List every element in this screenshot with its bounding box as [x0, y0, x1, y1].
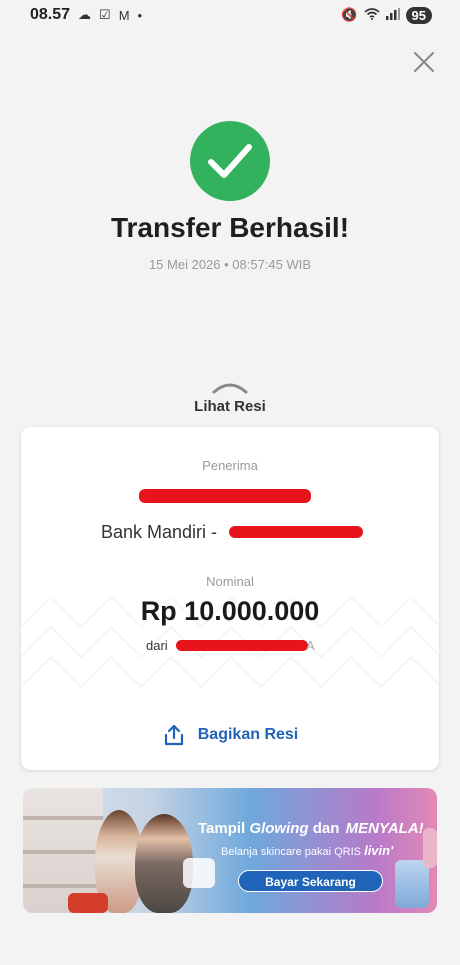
sender-suffix: A	[306, 638, 315, 653]
dot-icon: •	[137, 7, 143, 23]
receipt-card: Penerima Bank Mandiri - Nominal Rp 10.00…	[21, 427, 439, 770]
skincare-product-image	[395, 860, 429, 908]
mute-icon: 🔇	[341, 7, 358, 22]
shopping-bag-image	[68, 893, 108, 913]
transfer-amount: Rp 10.000.000	[140, 596, 320, 626]
promo-banner[interactable]: Tampil Glowing dan MENYALA! Belanja skin…	[23, 788, 437, 913]
amount-label: Nominal	[206, 574, 254, 589]
livin-logo: livin'	[364, 843, 394, 858]
sender-prefix: dari	[146, 638, 168, 653]
status-bar: 08.57 ☁ ☑ M • 🔇 95	[0, 0, 460, 30]
recipient-name-redacted	[139, 489, 311, 503]
skincare-product-image-2	[423, 828, 437, 868]
account-number-redacted	[229, 526, 363, 538]
qris-scan-icon	[183, 858, 215, 888]
recipient-bank: Bank Mandiri -	[101, 522, 217, 543]
share-icon	[164, 724, 183, 746]
share-label: Bagikan Resi	[197, 726, 299, 743]
signal-icon	[385, 7, 400, 23]
pay-now-button[interactable]: Bayar Sekarang	[238, 870, 383, 892]
close-button[interactable]	[410, 48, 438, 76]
status-bar-right: 🔇 95	[341, 6, 432, 24]
cloud-icon: ☁	[78, 7, 92, 22]
promo-subtitle: Belanja skincare pakai QRIS livin'	[221, 843, 394, 858]
share-receipt-button[interactable]: Bagikan Resi	[21, 723, 439, 747]
gmail-icon: M	[118, 7, 130, 23]
recipient-label: Penerima	[202, 458, 258, 473]
view-receipt-toggle[interactable]: Lihat Resi	[0, 398, 460, 415]
chevron-up-icon[interactable]	[210, 382, 250, 394]
status-time: 08.57	[30, 6, 71, 23]
promo-title: Tampil Glowing dan MENYALA!	[198, 820, 424, 837]
checkbox-icon: ☑	[99, 7, 111, 22]
sender-account-redacted	[176, 640, 308, 651]
page-title: Transfer Berhasil!	[110, 212, 350, 243]
battery-indicator: 95	[405, 6, 432, 24]
transfer-timestamp: 15 Mei 2026 • 08:57:45 WIB	[148, 257, 312, 272]
success-check-icon	[190, 121, 270, 201]
close-icon	[414, 52, 434, 72]
wifi-icon	[364, 7, 380, 23]
bank-name: Bank Mandiri -	[101, 522, 218, 542]
status-bar-left: 08.57 ☁ ☑ M •	[30, 6, 142, 24]
